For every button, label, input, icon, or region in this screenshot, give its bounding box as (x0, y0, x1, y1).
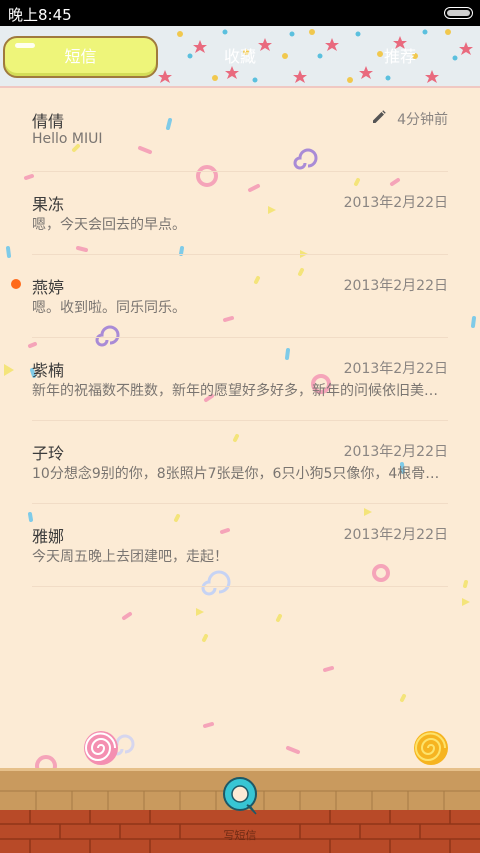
conversation-row[interactable]: 子玲 10分想念9别的你，8张照片7张是你，6只小狗5只像你，4根骨头… 201… (32, 422, 448, 504)
conversation-row[interactable]: 雅娜 今天周五晚上去团建吧，走起！ 2013年2月22日 (32, 505, 448, 587)
tab-favorites[interactable]: 收藏 (160, 26, 320, 86)
message-time: 2013年2月22日 (343, 278, 448, 294)
contact-name: 倩倩 (32, 112, 65, 131)
message-preview: 10分想念9别的你，8张照片7张是你，6只小狗5只像你，4根骨头… (32, 466, 448, 482)
contact-name: 燕婷 (32, 278, 65, 297)
contact-name: 紫楠 (32, 361, 65, 380)
contact-name: 子玲 (32, 444, 65, 463)
conversation-row[interactable]: 紫楠 新年的祝福数不胜数，新年的愿望好多好多，新年的问候依旧美好… 2013年2… (32, 339, 448, 421)
tab-recommended[interactable]: 推荐 (320, 26, 480, 86)
conversation-row[interactable]: 燕婷 嗯。收到啦。同乐同乐。 2013年2月22日 (32, 256, 448, 338)
status-time: 晚上8:45 (8, 6, 72, 24)
status-bar: 晚上8:45 (0, 0, 480, 26)
message-preview: 今天周五晚上去团建吧，走起！ (32, 549, 228, 565)
unread-indicator (11, 279, 21, 289)
pencil-icon (373, 110, 386, 123)
tab-sms[interactable]: 短信 (3, 36, 158, 78)
message-time: 2013年2月22日 (343, 195, 448, 211)
message-time: 2013年2月22日 (343, 527, 448, 543)
message-time: 2013年2月22日 (343, 361, 448, 377)
message-preview: Hello MIUI (32, 131, 103, 147)
message-preview: 新年的祝福数不胜数，新年的愿望好多好多，新年的问候依旧美好… (32, 383, 448, 399)
bottom-bar: 写短信 (0, 768, 480, 853)
lollipop-pink-icon (84, 731, 118, 765)
message-preview: 嗯，今天会回去的早点。 (32, 217, 186, 233)
battery-icon (444, 7, 473, 19)
conversation-row[interactable]: 倩倩 Hello MIUI 4分钟前 (32, 90, 448, 172)
compose-message-icon[interactable] (220, 774, 260, 818)
contact-name: 雅娜 (32, 527, 65, 546)
conversation-row[interactable]: 果冻 嗯，今天会回去的早点。 2013年2月22日 (32, 173, 448, 255)
message-time: 2013年2月22日 (343, 444, 448, 460)
compose-label[interactable]: 写短信 (0, 827, 480, 843)
message-preview: 嗯。收到啦。同乐同乐。 (32, 300, 186, 316)
lollipop-yellow-icon (414, 731, 448, 765)
tab-bar: 短信 收藏 推荐 (0, 26, 480, 88)
contact-name: 果冻 (32, 195, 65, 214)
message-time: 4分钟前 (397, 112, 448, 128)
